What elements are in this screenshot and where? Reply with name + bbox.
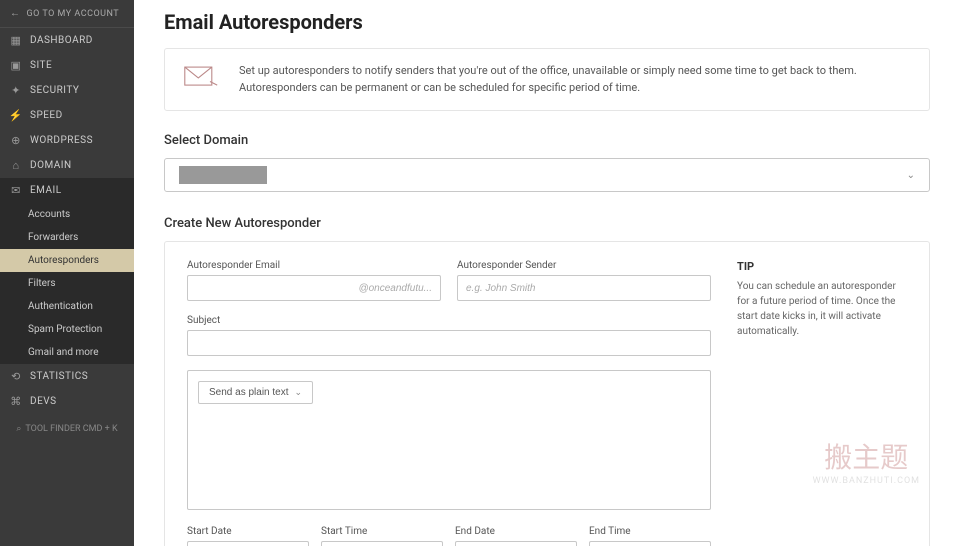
sidebar-item-speed[interactable]: ⚡SPEED [0,103,134,128]
subnav-autoresponders[interactable]: Autoresponders [0,249,134,272]
subnav-gmail-and-more[interactable]: Gmail and more [0,341,134,364]
tip-panel: TIP You can schedule an autoresponder fo… [737,260,907,546]
email-subnav: Accounts Forwarders Autoresponders Filte… [0,203,134,364]
subject-field-label: Subject [187,315,711,326]
body-format-dropdown[interactable]: Send as plain text ⌄ [198,381,313,404]
end-time-label: End Time [589,526,711,537]
select-domain-label: Select Domain [164,133,930,148]
wordpress-icon: ⊕ [10,134,22,147]
autoresponder-email-input[interactable] [187,275,441,301]
sidebar-item-devs[interactable]: ⌘DEVS [0,389,134,414]
start-date-label: Start Date [187,526,309,537]
sidebar-item-dashboard[interactable]: ▦DASHBOARD [0,28,134,53]
domain-icon: ⌂ [10,159,22,172]
subnav-filters[interactable]: Filters [0,272,134,295]
devs-icon: ⌘ [10,395,22,408]
start-date-picker[interactable]: ▦ Select date [187,541,309,546]
domain-select[interactable]: ⌄ [164,158,930,192]
arrow-left-icon: ← [10,8,21,19]
sidebar-item-email[interactable]: ✉EMAIL [0,178,134,203]
end-time-picker[interactable]: ◷ Select time [589,541,711,546]
intro-text: Set up autoresponders to notify senders … [239,63,911,96]
main-nav: ▦DASHBOARD ▣SITE ✦SECURITY ⚡SPEED ⊕WORDP… [0,28,134,414]
subject-input[interactable] [187,330,711,356]
end-date-picker[interactable]: ▦ Select date [455,541,577,546]
sender-field-label: Autoresponder Sender [457,260,711,271]
subnav-spam-protection[interactable]: Spam Protection [0,318,134,341]
chevron-down-icon: ⌄ [907,170,915,181]
back-label: GO TO MY ACCOUNT [27,9,120,19]
create-autoresponder-label: Create New Autoresponder [164,216,930,231]
subnav-authentication[interactable]: Authentication [0,295,134,318]
sidebar-item-security[interactable]: ✦SECURITY [0,78,134,103]
message-body-editor[interactable]: Send as plain text ⌄ [187,370,711,510]
tip-title: TIP [737,260,907,273]
page-title: Email Autoresponders [164,10,930,34]
start-time-picker[interactable]: ◷ Select time [321,541,443,546]
stats-icon: ⟲ [10,370,22,383]
autoresponder-form: Autoresponder Email Autoresponder Sender… [164,241,930,546]
main-content: Email Autoresponders Set up autoresponde… [134,0,960,546]
sidebar-item-site[interactable]: ▣SITE [0,53,134,78]
envelope-illustration-icon [183,63,219,94]
email-field-label: Autoresponder Email [187,260,441,271]
back-to-account-link[interactable]: ← GO TO MY ACCOUNT [0,0,134,28]
subnav-forwarders[interactable]: Forwarders [0,226,134,249]
tip-text: You can schedule an autoresponder for a … [737,279,907,339]
bolt-icon: ⚡ [10,109,22,122]
tool-finder[interactable]: ⌕ TOOL FINDER CMD + K [0,414,134,444]
chevron-down-icon: ⌄ [295,387,303,398]
autoresponder-sender-input[interactable] [457,275,711,301]
sidebar-item-wordpress[interactable]: ⊕WORDPRESS [0,128,134,153]
subnav-accounts[interactable]: Accounts [0,203,134,226]
envelope-icon: ✉ [10,184,22,197]
search-icon: ⌕ [16,424,21,434]
sidebar-item-domain[interactable]: ⌂DOMAIN [0,153,134,178]
start-time-label: Start Time [321,526,443,537]
grid-icon: ▦ [10,34,22,47]
intro-banner: Set up autoresponders to notify senders … [164,48,930,111]
shield-icon: ✦ [10,84,22,97]
site-icon: ▣ [10,59,22,72]
domain-selected-value [179,166,267,184]
end-date-label: End Date [455,526,577,537]
sidebar-item-statistics[interactable]: ⟲STATISTICS [0,364,134,389]
sidebar: ← GO TO MY ACCOUNT ▦DASHBOARD ▣SITE ✦SEC… [0,0,134,546]
